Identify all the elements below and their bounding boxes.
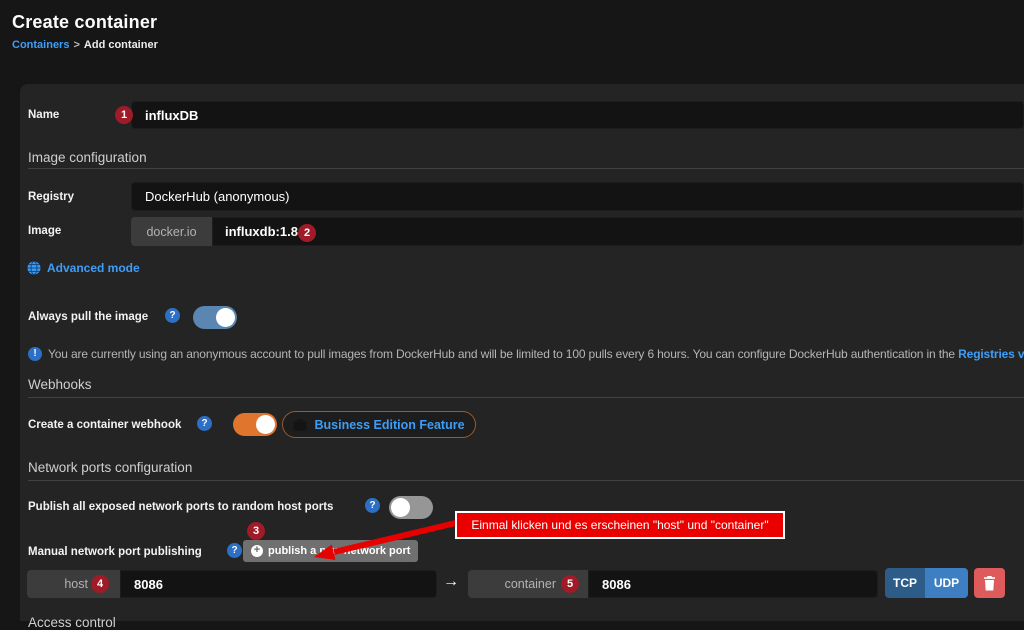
trash-icon <box>983 576 996 591</box>
publish-all-help-icon[interactable]: ? <box>365 498 380 513</box>
name-label: Name <box>28 109 59 121</box>
breadcrumb: Containers > Add container <box>12 39 158 51</box>
manual-publish-help-icon[interactable]: ? <box>227 543 242 558</box>
annotation-callout: Einmal klicken und es erscheinen "host" … <box>455 511 785 539</box>
info-icon: ! <box>28 347 42 361</box>
annotation-badge-1: 1 <box>115 106 133 124</box>
pull-limit-text: You are currently using an anonymous acc… <box>48 347 1024 361</box>
business-edition-label: Business Edition Feature <box>314 418 464 432</box>
section-image-configuration: Image configuration <box>28 150 147 165</box>
advanced-mode-link[interactable]: Advanced mode <box>27 261 140 275</box>
udp-button[interactable]: UDP <box>925 568 968 598</box>
always-pull-label: Always pull the image <box>28 311 148 323</box>
publish-port-button[interactable]: + publish a new network port <box>243 540 418 562</box>
section-divider <box>28 168 1024 169</box>
toggle-knob <box>256 415 275 434</box>
webhook-help-icon[interactable]: ? <box>197 416 212 431</box>
section-webhooks: Webhooks <box>28 377 92 392</box>
webhook-toggle[interactable] <box>233 413 277 436</box>
registry-label: Registry <box>28 191 74 203</box>
business-edition-badge[interactable]: Business Edition Feature <box>282 411 476 438</box>
manual-publish-label: Manual network port publishing <box>28 546 202 558</box>
pull-limit-info: ! You are currently using an anonymous a… <box>28 345 1024 362</box>
annotation-badge-3: 3 <box>247 522 265 540</box>
host-port-input[interactable] <box>120 570 437 598</box>
section-network-ports: Network ports configuration <box>28 460 192 475</box>
toggle-knob <box>391 498 410 517</box>
webhook-label: Create a container webhook <box>28 419 181 431</box>
publish-port-button-label: publish a new network port <box>268 545 410 557</box>
container-port-input[interactable] <box>588 570 878 598</box>
advanced-mode-label: Advanced mode <box>47 261 140 275</box>
toggle-knob <box>216 308 235 327</box>
globe-icon <box>27 261 41 275</box>
publish-all-toggle[interactable] <box>389 496 433 519</box>
section-access-control-clipped: Access control <box>28 615 116 630</box>
page-title: Create container <box>12 12 157 33</box>
name-input[interactable] <box>131 101 1024 129</box>
breadcrumb-link-containers[interactable]: Containers <box>12 39 69 51</box>
publish-all-label: Publish all exposed network ports to ran… <box>28 501 333 513</box>
port-mapping-arrow: → <box>443 573 459 591</box>
section-divider <box>28 397 1024 398</box>
briefcase-icon <box>293 419 307 431</box>
breadcrumb-separator: > <box>73 39 79 51</box>
tcp-button[interactable]: TCP <box>885 568 925 598</box>
registries-link[interactable]: Registries view <box>958 347 1024 361</box>
section-divider <box>28 480 1024 481</box>
annotation-badge-2: 2 <box>298 224 316 242</box>
image-label: Image <box>28 225 61 237</box>
remove-port-button[interactable] <box>974 568 1005 598</box>
image-input[interactable] <box>212 217 1024 246</box>
annotation-badge-4: 4 <box>91 575 109 593</box>
annotation-badge-5: 5 <box>561 575 579 593</box>
always-pull-help-icon[interactable]: ? <box>165 308 180 323</box>
plus-icon: + <box>251 545 263 557</box>
registry-select[interactable]: DockerHub (anonymous) <box>131 182 1024 211</box>
always-pull-toggle[interactable] <box>193 306 237 329</box>
breadcrumb-current: Add container <box>84 39 158 51</box>
image-registry-prefix: docker.io <box>131 217 212 246</box>
